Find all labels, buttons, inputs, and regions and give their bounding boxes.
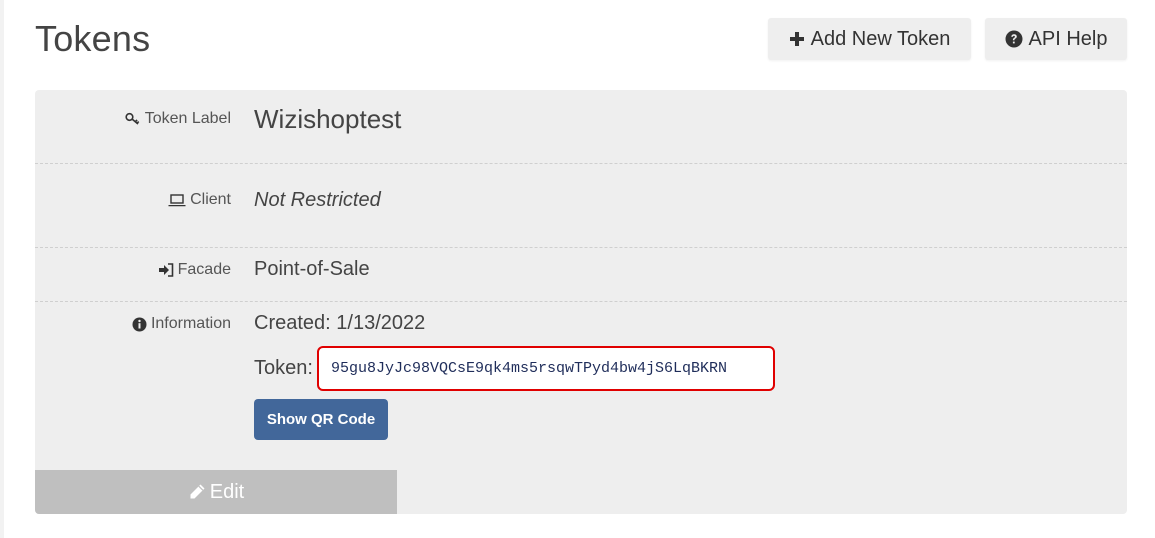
info-circle-icon — [132, 317, 147, 332]
page-edge — [0, 0, 4, 538]
information-name: Information — [150, 315, 231, 332]
token-card: Token Label Wizishoptest Client Not Rest… — [35, 90, 1127, 514]
created-date: Created: 1/13/2022 — [254, 312, 426, 334]
row-divider — [35, 163, 1127, 164]
client-name: Client — [190, 191, 231, 208]
client-field-label: Client — [168, 191, 231, 209]
token-label-field-label: Token Label — [125, 110, 231, 128]
token-label-name: Token Label — [144, 110, 231, 127]
token-line: Token: 95gu8JyJc98VQCsE9qk4ms5rsqwTPyd4b… — [254, 346, 775, 391]
question-circle-icon — [1005, 30, 1023, 48]
sign-in-icon — [158, 263, 174, 277]
add-new-token-button[interactable]: Add New Token — [768, 18, 971, 60]
token-label-value: Wizishoptest — [254, 104, 402, 134]
key-icon — [125, 112, 141, 126]
client-value: Not Restricted — [254, 189, 381, 211]
row-divider — [35, 301, 1127, 302]
row-divider — [35, 247, 1127, 248]
pencil-icon — [188, 483, 206, 501]
add-new-token-label: Add New Token — [810, 27, 951, 50]
page-title: Tokens — [35, 18, 151, 59]
edit-label: Edit — [209, 480, 245, 503]
information-field-label: Information — [132, 315, 231, 333]
facade-field-label: Facade — [158, 261, 231, 279]
plus-icon — [789, 31, 805, 47]
facade-value: Point-of-Sale — [254, 258, 370, 280]
api-help-button[interactable]: API Help — [985, 18, 1127, 60]
token-key-label: Token: — [254, 357, 313, 379]
facade-name: Facade — [177, 261, 231, 278]
edit-button[interactable]: Edit — [35, 470, 397, 514]
api-help-label: API Help — [1028, 27, 1108, 50]
token-value[interactable]: 95gu8JyJc98VQCsE9qk4ms5rsqwTPyd4bw4jS6Lq… — [316, 346, 775, 391]
laptop-icon — [168, 193, 186, 207]
show-qr-code-button[interactable]: Show QR Code — [254, 399, 388, 440]
